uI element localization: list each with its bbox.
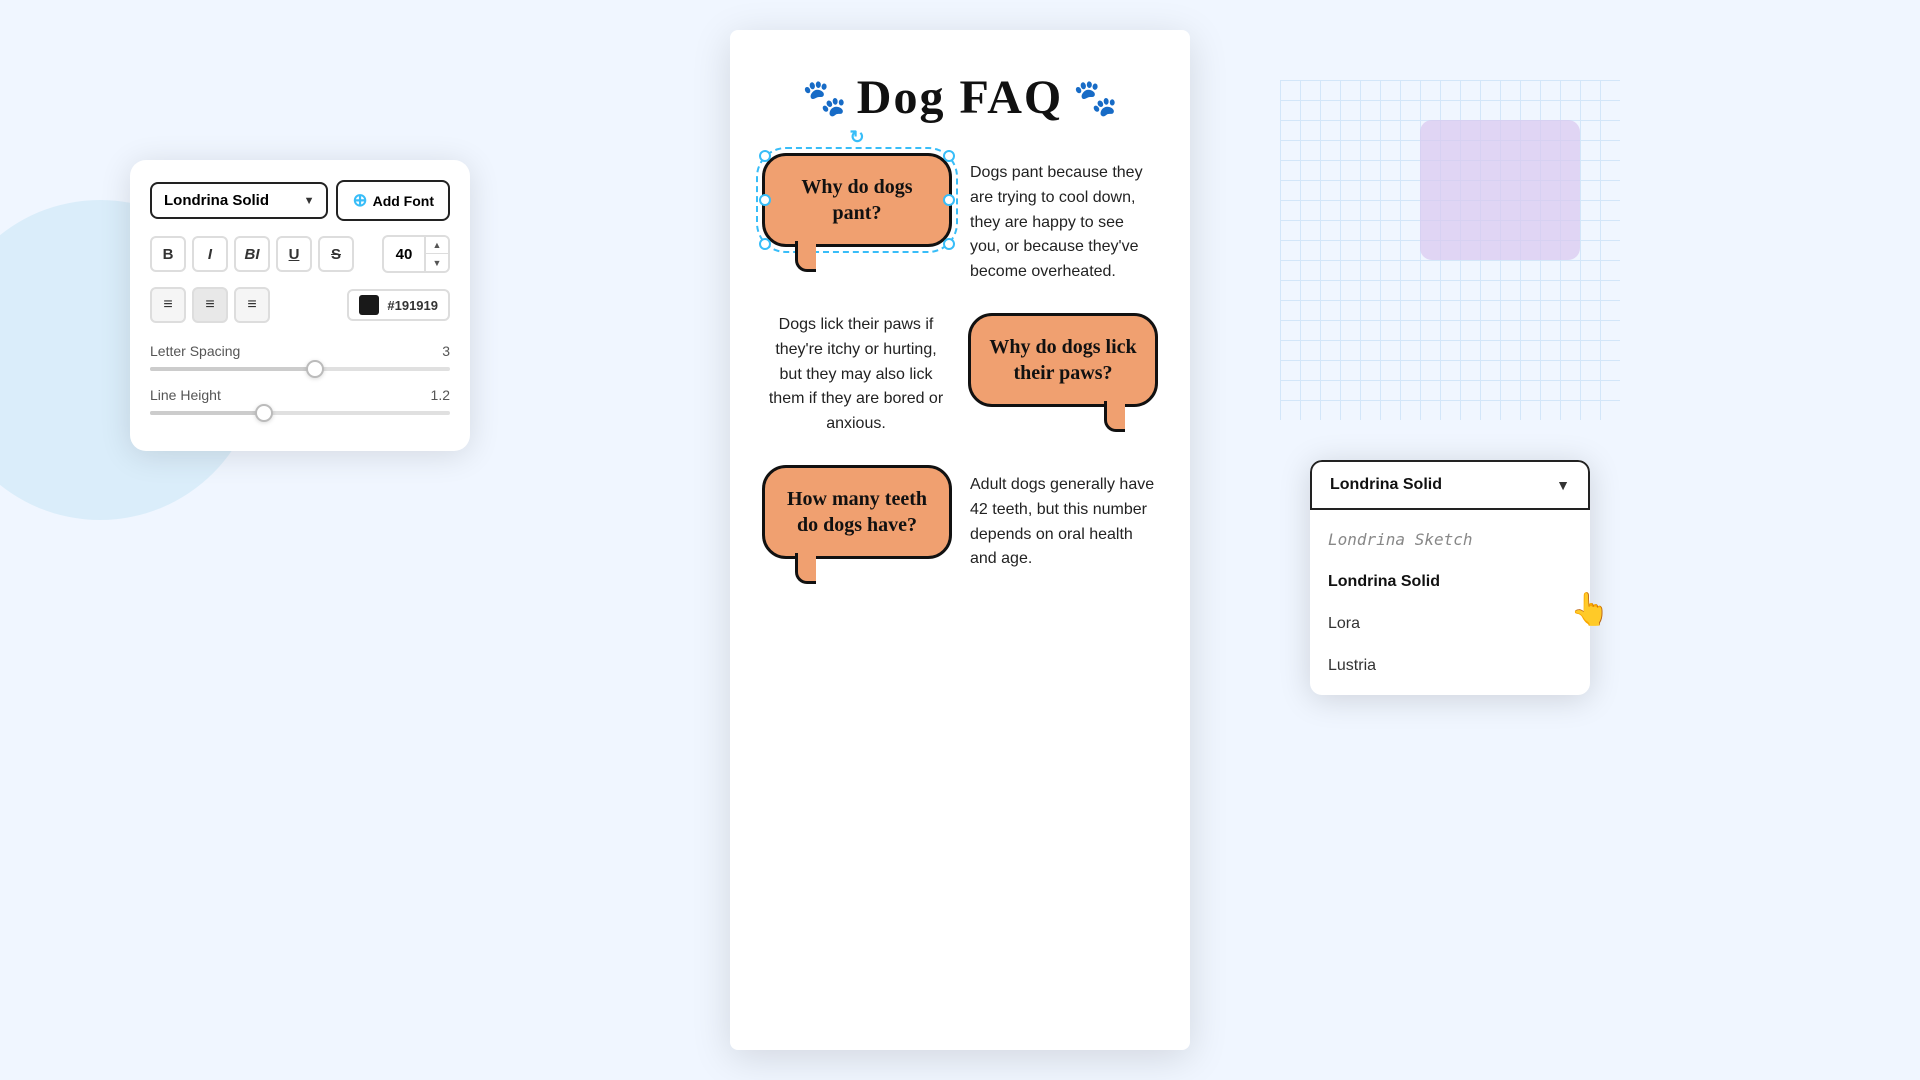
faq-bubble-3-wrapper: How many teeth do dogs have? — [762, 465, 952, 559]
resize-ml-1[interactable] — [759, 194, 771, 206]
faq-bubble-1-wrapper: ↻ Why do dogs pant? — [762, 153, 952, 247]
faq-item-2: Why do dogs lick their paws? Dogs lick t… — [762, 313, 1158, 437]
letter-spacing-track[interactable] — [150, 367, 450, 371]
font-size-down[interactable]: ▼ — [426, 254, 448, 271]
faq-bubble-2[interactable]: Why do dogs lick their paws? — [968, 313, 1158, 407]
color-box — [359, 295, 379, 315]
line-height-label-row: Line Height 1.2 — [150, 387, 450, 403]
align-center-button[interactable]: ≡ — [192, 287, 228, 323]
align-left-button[interactable]: ≡ — [150, 287, 186, 323]
font-row: Londrina Solid ▼ ⊕ Add Font — [150, 180, 450, 221]
align-right-button[interactable]: ≡ — [234, 287, 270, 323]
line-height-label: Line Height — [150, 387, 221, 403]
color-hex: #191919 — [387, 298, 438, 313]
letter-spacing-value: 3 — [442, 343, 450, 359]
font-size-arrows: ▲ ▼ — [424, 237, 448, 271]
dropdown-selected-font: Londrina Solid — [1330, 476, 1442, 494]
bold-italic-button[interactable]: BI — [234, 236, 270, 272]
resize-bl-1[interactable] — [759, 238, 771, 250]
font-selector-arrow: ▼ — [304, 195, 315, 207]
italic-button[interactable]: I — [192, 236, 228, 272]
letter-spacing-label: Letter Spacing — [150, 343, 240, 359]
letter-spacing-section: Letter Spacing 3 — [150, 343, 450, 371]
text-format-panel: Londrina Solid ▼ ⊕ Add Font B I BI U S 4… — [130, 160, 470, 451]
faq-item-1: ↻ Why do dogs pant? Dogs pant because th… — [762, 153, 1158, 285]
faq-question-1: Why do dogs pant? — [801, 176, 912, 224]
background-purple-rect — [1420, 120, 1580, 260]
underline-button[interactable]: U — [276, 236, 312, 272]
dropdown-header[interactable]: Londrina Solid ▼ — [1310, 460, 1590, 510]
resize-tr-1[interactable] — [943, 150, 955, 162]
letter-spacing-label-row: Letter Spacing 3 — [150, 343, 450, 359]
line-height-fill — [150, 411, 264, 415]
add-font-label: Add Font — [373, 193, 434, 209]
dropdown-item-lora[interactable]: Lora — [1310, 603, 1590, 645]
faq-item-3: How many teeth do dogs have? Adult dogs … — [762, 465, 1158, 572]
paw-icon-right: 🐾 — [1073, 77, 1118, 119]
dropdown-arrow: ▼ — [1556, 477, 1570, 493]
resize-tl-1[interactable] — [759, 150, 771, 162]
rotate-handle-1[interactable]: ↻ — [845, 126, 869, 150]
faq-bubble-1[interactable]: ↻ Why do dogs pant? — [762, 153, 952, 247]
bold-button[interactable]: B — [150, 236, 186, 272]
line-height-value: 1.2 — [431, 387, 450, 403]
document-title-row: 🐾 Dog FAQ 🐾 — [762, 70, 1158, 125]
faq-question-3: How many teeth do dogs have? — [787, 488, 927, 536]
font-dropdown-panel: Londrina Solid ▼ Londrina Sketch Londrin… — [1310, 460, 1590, 695]
color-swatch[interactable]: #191919 — [347, 289, 450, 321]
font-selector[interactable]: Londrina Solid ▼ — [150, 182, 328, 219]
font-selector-label: Londrina Solid — [164, 192, 269, 209]
line-height-track[interactable] — [150, 411, 450, 415]
letter-spacing-thumb[interactable] — [306, 360, 324, 378]
paw-icon-left: 🐾 — [802, 77, 847, 119]
faq-answer-1: Dogs pant because they are trying to coo… — [970, 153, 1158, 285]
add-font-button[interactable]: ⊕ Add Font — [336, 180, 450, 221]
dropdown-item-lustria[interactable]: Lustria — [1310, 645, 1590, 687]
font-size-value[interactable]: 40 — [384, 246, 424, 263]
plus-icon: ⊕ — [352, 190, 367, 211]
document-title: Dog FAQ — [857, 70, 1063, 125]
faq-question-2: Why do dogs lick their paws? — [989, 336, 1136, 384]
faq-answer-3: Adult dogs generally have 42 teeth, but … — [970, 465, 1158, 572]
dropdown-item-londrina-sketch[interactable]: Londrina Sketch — [1310, 518, 1590, 561]
line-height-section: Line Height 1.2 — [150, 387, 450, 415]
faq-bubble-2-wrapper: Why do dogs lick their paws? — [968, 313, 1158, 407]
font-size-control: 40 ▲ ▼ — [382, 235, 450, 273]
style-buttons-row: B I BI U S 40 ▲ ▼ — [150, 235, 450, 273]
document-panel: 🐾 Dog FAQ 🐾 ↻ Why do dogs pant? Dogs pan… — [730, 30, 1190, 1050]
font-size-up[interactable]: ▲ — [426, 237, 448, 254]
line-height-thumb[interactable] — [255, 404, 273, 422]
align-row: ≡ ≡ ≡ #191919 — [150, 287, 450, 323]
resize-br-1[interactable] — [943, 238, 955, 250]
dropdown-item-londrina-solid[interactable]: Londrina Solid — [1310, 561, 1590, 603]
faq-bubble-3[interactable]: How many teeth do dogs have? — [762, 465, 952, 559]
resize-mr-1[interactable] — [943, 194, 955, 206]
dropdown-list: Londrina Sketch Londrina Solid Lora Lust… — [1310, 510, 1590, 695]
strikethrough-button[interactable]: S — [318, 236, 354, 272]
faq-answer-2: Dogs lick their paws if they're itchy or… — [762, 313, 950, 437]
letter-spacing-fill — [150, 367, 315, 371]
